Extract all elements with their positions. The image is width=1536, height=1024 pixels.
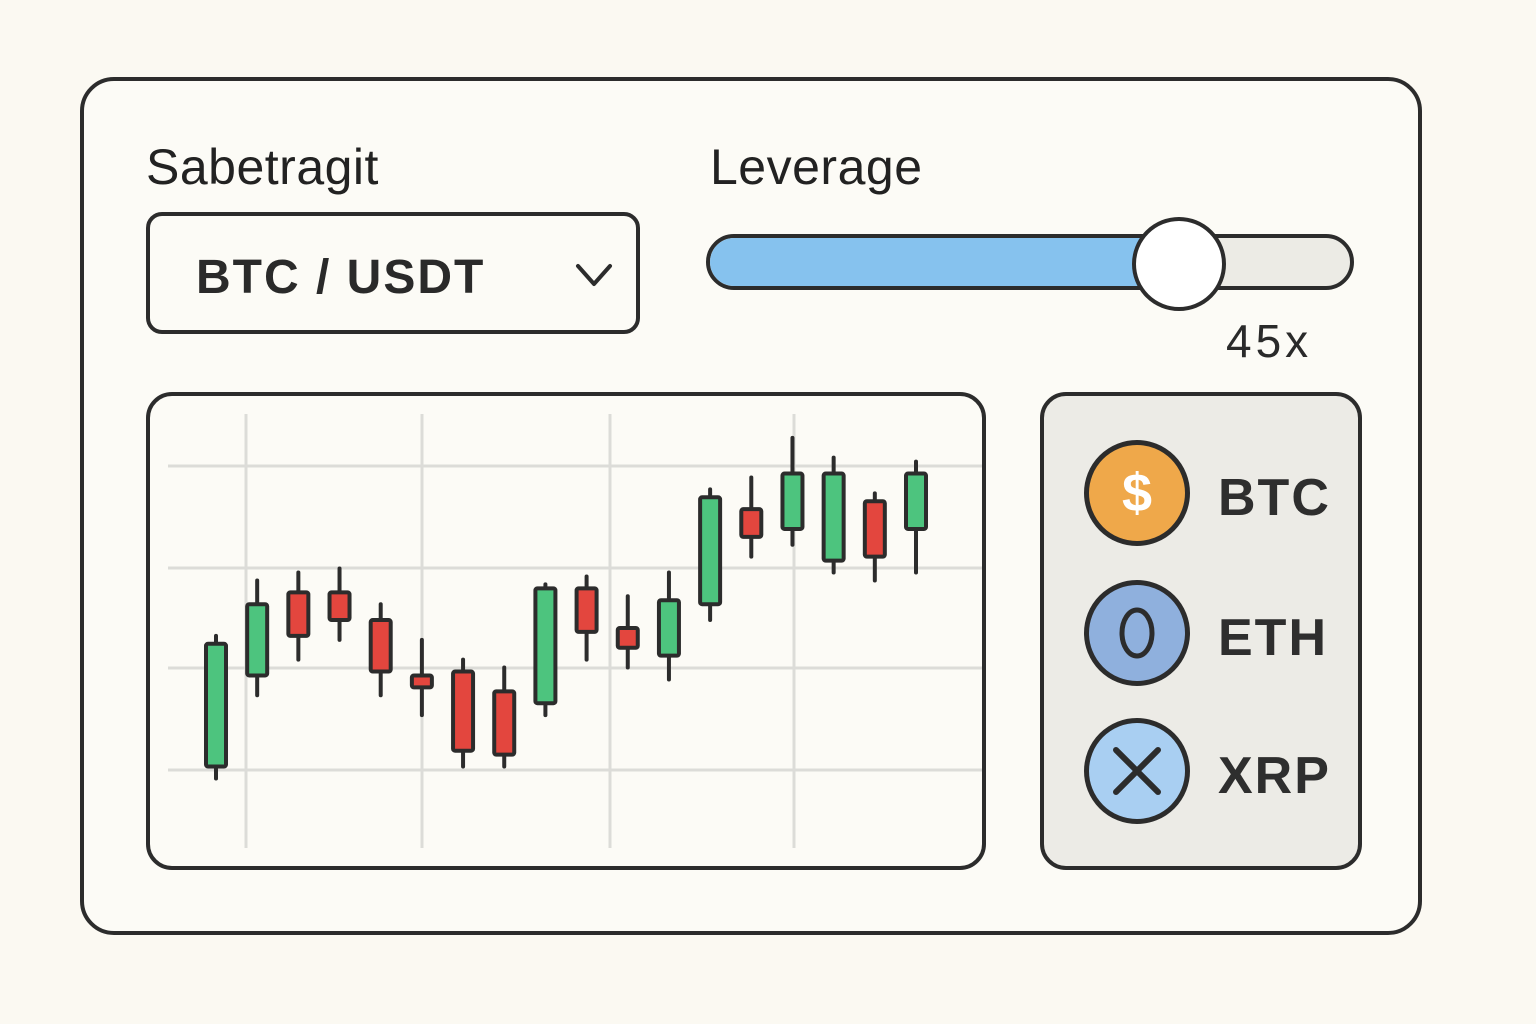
leverage-slider-track[interactable]	[706, 234, 1354, 290]
asset-label-eth: ETH	[1218, 609, 1328, 667]
candle-body-up	[656, 598, 681, 658]
candle-body-up	[204, 641, 228, 769]
dollar-coin-icon: $	[1084, 440, 1190, 546]
xrp-x-icon	[1084, 718, 1190, 824]
candle-body-down	[492, 689, 517, 757]
candle-body-up	[821, 471, 846, 563]
asset-list-panel: $ BTC ETH XRP	[1040, 392, 1362, 870]
chevron-down-icon	[576, 264, 612, 286]
eth-coin-icon	[1084, 580, 1190, 686]
asset-label-btc: BTC	[1218, 469, 1331, 527]
candle-body-up	[780, 471, 805, 531]
leverage-value: 45x	[1226, 315, 1313, 367]
candle-body-down	[739, 507, 764, 539]
candlestick-chart	[168, 414, 982, 848]
pair-select[interactable]: BTC / USDT	[146, 212, 640, 334]
candle-body-down	[409, 673, 434, 690]
asset-label-xrp: XRP	[1218, 747, 1331, 805]
candle-body-up	[533, 586, 558, 706]
asset-item-xrp[interactable]: XRP	[1084, 718, 1344, 828]
candle-body-up	[698, 495, 723, 607]
svg-text:$: $	[1122, 463, 1152, 523]
candle-body-down	[451, 669, 476, 753]
pair-select-value: BTC / USDT	[196, 251, 486, 304]
asset-item-btc[interactable]: $ BTC	[1084, 440, 1344, 550]
candle-body-down	[615, 625, 640, 650]
leverage-slider-fill	[710, 238, 1178, 286]
leverage-label: Leverage	[710, 139, 923, 195]
candle-body-down	[862, 499, 887, 559]
pair-selector-label: Sabetragit	[146, 139, 379, 195]
candle-body-down	[368, 618, 393, 674]
candle-body-down	[286, 590, 311, 638]
leverage-slider-thumb[interactable]	[1132, 217, 1227, 311]
candle-body-down	[327, 590, 352, 623]
candle-body-down	[574, 586, 599, 634]
candle-body-up	[904, 471, 928, 531]
price-chart-panel	[146, 392, 986, 870]
candle-body-up	[245, 602, 270, 678]
asset-item-eth[interactable]: ETH	[1084, 580, 1344, 690]
